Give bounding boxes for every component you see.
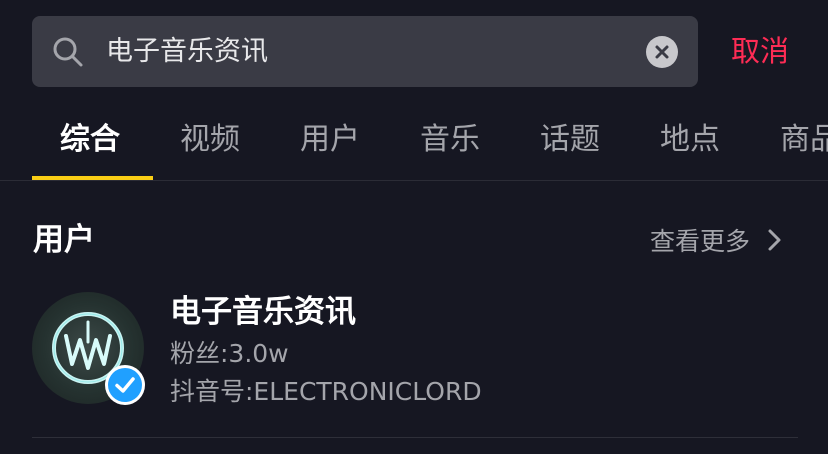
verified-badge [105, 365, 145, 405]
tab-places[interactable]: 地点 [660, 118, 720, 162]
search-icon [53, 37, 83, 67]
douyin-id: 抖音号:ELECTRONICLORD [170, 377, 482, 406]
follower-count: 粉丝:3.0w [170, 339, 289, 368]
user-name[interactable]: 电子音乐资讯 [170, 290, 356, 334]
section-title: 用户 [33, 222, 95, 258]
tab-topics[interactable]: 话题 [540, 118, 600, 162]
tab-bar: 综合 视频 用户 音乐 话题 地点 商品 [0, 104, 828, 181]
checkmark-icon [115, 377, 135, 393]
clear-icon[interactable] [646, 36, 678, 68]
divider [32, 437, 798, 438]
active-tab-indicator [32, 176, 153, 180]
tab-music[interactable]: 音乐 [420, 118, 480, 162]
tab-videos[interactable]: 视频 [180, 118, 240, 162]
tab-comprehensive[interactable]: 综合 [60, 118, 120, 162]
search-input[interactable]: 电子音乐资讯 [106, 16, 268, 87]
search-bar[interactable]: 电子音乐资讯 [32, 16, 698, 87]
tab-users[interactable]: 用户 [300, 118, 360, 162]
see-more-label: 查看更多 [650, 227, 751, 256]
tab-products[interactable]: 商品 [780, 118, 828, 162]
chevron-right-icon [768, 229, 781, 251]
see-more-link[interactable]: 查看更多 [650, 222, 784, 258]
cancel-button[interactable]: 取消 [731, 30, 789, 72]
